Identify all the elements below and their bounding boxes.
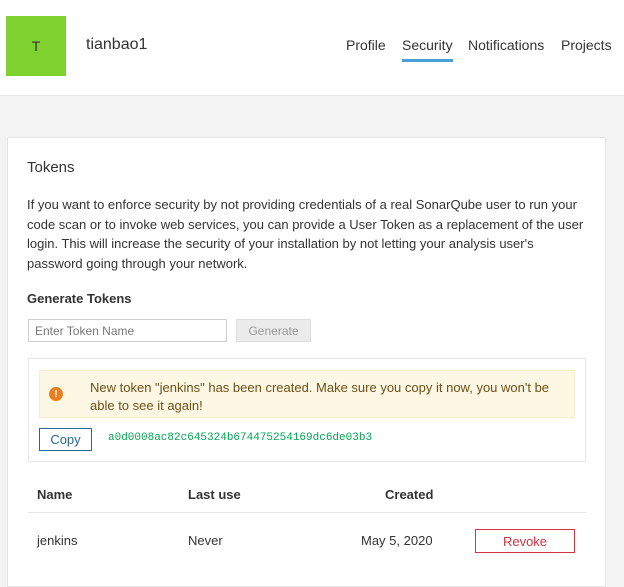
column-header-created: Created <box>385 487 434 502</box>
account-header: T tianbao1 Profile Security Notification… <box>0 0 624 96</box>
tokens-card: Tokens If you want to enforce security b… <box>7 137 606 587</box>
tab-notifications[interactable]: Notifications <box>468 37 544 59</box>
token-name-input[interactable] <box>28 319 227 342</box>
revoke-button[interactable]: Revoke <box>475 529 575 553</box>
warning-alert: ! New token "jenkins" has been created. … <box>39 370 575 418</box>
token-value: a0d0008ac82c645324b674475254169dc6de03b3 <box>108 432 373 444</box>
copy-button[interactable]: Copy <box>39 428 92 451</box>
created-cell: May 5, 2020 <box>361 533 433 548</box>
table-row: jenkins Never May 5, 2020 Revoke <box>28 513 586 569</box>
generate-tokens-title: Generate Tokens <box>27 291 132 306</box>
tokens-table-header: Name Last use Created <box>28 475 586 513</box>
tokens-title: Tokens <box>27 159 75 176</box>
tokens-description: If you want to enforce security by not p… <box>27 197 584 271</box>
column-header-name: Name <box>37 487 73 502</box>
alert-message: New token "jenkins" has been created. Ma… <box>90 380 550 413</box>
exclamation-icon: ! <box>49 387 63 401</box>
tab-projects[interactable]: Projects <box>561 37 612 59</box>
last-use-cell: Never <box>188 533 223 548</box>
token-name-cell: jenkins <box>37 533 78 548</box>
tab-profile[interactable]: Profile <box>346 37 386 59</box>
generate-button[interactable]: Generate <box>236 319 311 342</box>
tab-security[interactable]: Security <box>402 37 453 62</box>
column-header-last-use: Last use <box>188 487 241 502</box>
account-tabs: Profile Security Notifications Projects <box>0 37 624 67</box>
new-token-panel: ! New token "jenkins" has been created. … <box>28 358 586 462</box>
